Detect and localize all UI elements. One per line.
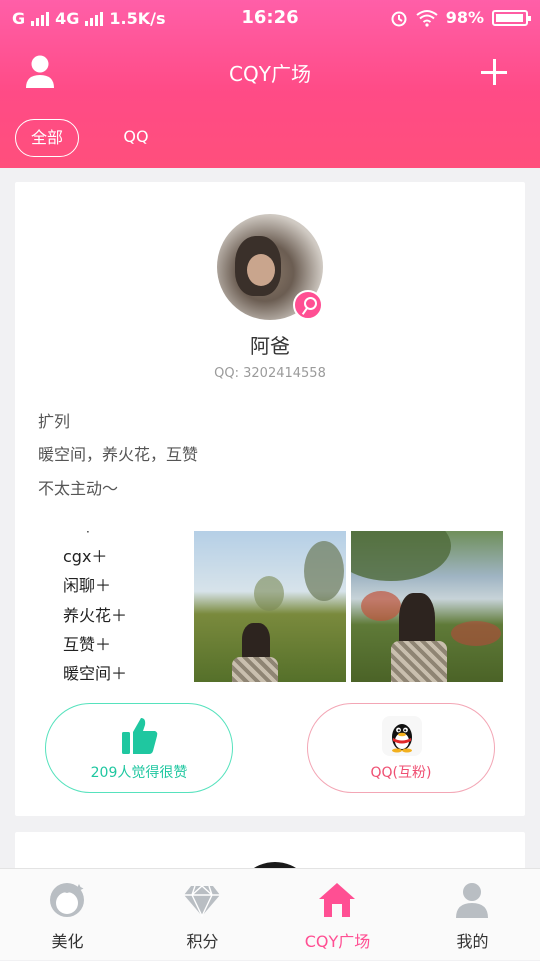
- photo-text-line: 闲聊＋: [63, 576, 112, 595]
- status-right: 98%: [390, 8, 531, 27]
- like-count-label: 209人觉得很赞: [90, 765, 188, 781]
- qq-penguin-icon: [382, 716, 422, 756]
- qq-number: QQ: 3202414558: [214, 366, 326, 381]
- diamond-icon: [184, 885, 220, 918]
- like-button[interactable]: 209人觉得很赞: [45, 703, 233, 793]
- photo-text-line: 互赞＋: [63, 635, 112, 654]
- bottom-tab-bar: 美化 积分 CQY广场 我的: [0, 868, 540, 960]
- photo-text-image[interactable]: · cgx＋ 闲聊＋ 养火花＋ 互赞＋ 暖空间＋: [38, 531, 190, 682]
- qq-follow-button[interactable]: QQ(互粉): [307, 703, 495, 793]
- tab-all[interactable]: 全部: [15, 119, 79, 157]
- thumbs-up-icon: [122, 718, 158, 754]
- qq-follow-label: QQ(互粉): [370, 765, 432, 781]
- photo-landscape-2[interactable]: [351, 531, 503, 682]
- bio-line: 扩列: [38, 412, 71, 431]
- female-icon: [293, 290, 323, 320]
- page-title: CQY广场: [229, 62, 311, 86]
- tab-points[interactable]: 积分: [135, 869, 270, 961]
- status-bar: G 4G 1.5K/s 16:26 98%: [0, 0, 540, 38]
- tab-label: 我的: [456, 932, 489, 951]
- beauty-face-icon: [50, 883, 84, 917]
- wifi-icon: [416, 9, 438, 27]
- tab-label: 积分: [186, 932, 219, 951]
- user-icon: [456, 883, 488, 918]
- alarm-icon: [391, 11, 407, 26]
- photo-text-line: 养火花＋: [63, 606, 128, 625]
- tab-beauty[interactable]: 美化: [0, 869, 135, 961]
- username: 阿爸: [250, 334, 290, 358]
- photo-landscape-1[interactable]: [194, 531, 346, 682]
- bio-line: 暖空间，养火花，互赞: [38, 445, 199, 464]
- photo-text-line: 暖空间＋: [63, 664, 128, 682]
- battery-percent: 98%: [445, 8, 484, 27]
- home-icon: [319, 883, 355, 917]
- tab-qq[interactable]: QQ: [110, 119, 162, 157]
- plus-icon[interactable]: [481, 59, 507, 85]
- cropped-text-fragment: ·: [86, 531, 90, 539]
- tab-square[interactable]: CQY广场: [270, 869, 405, 961]
- tab-label: 美化: [51, 932, 84, 951]
- header: G 4G 1.5K/s 16:26 98% CQY广场 全部 QQ: [0, 0, 540, 168]
- tab-label: CQY广场: [304, 932, 371, 951]
- tab-mine[interactable]: 我的: [405, 869, 540, 961]
- photo-text-line: cgx＋: [63, 547, 108, 566]
- battery-icon: [492, 9, 531, 26]
- bio-line: 不太主动～: [38, 479, 119, 498]
- post-card[interactable]: 阿爸 QQ: 3202414558 扩列 暖空间，养火花，互赞 不太主动～ · …: [15, 182, 525, 816]
